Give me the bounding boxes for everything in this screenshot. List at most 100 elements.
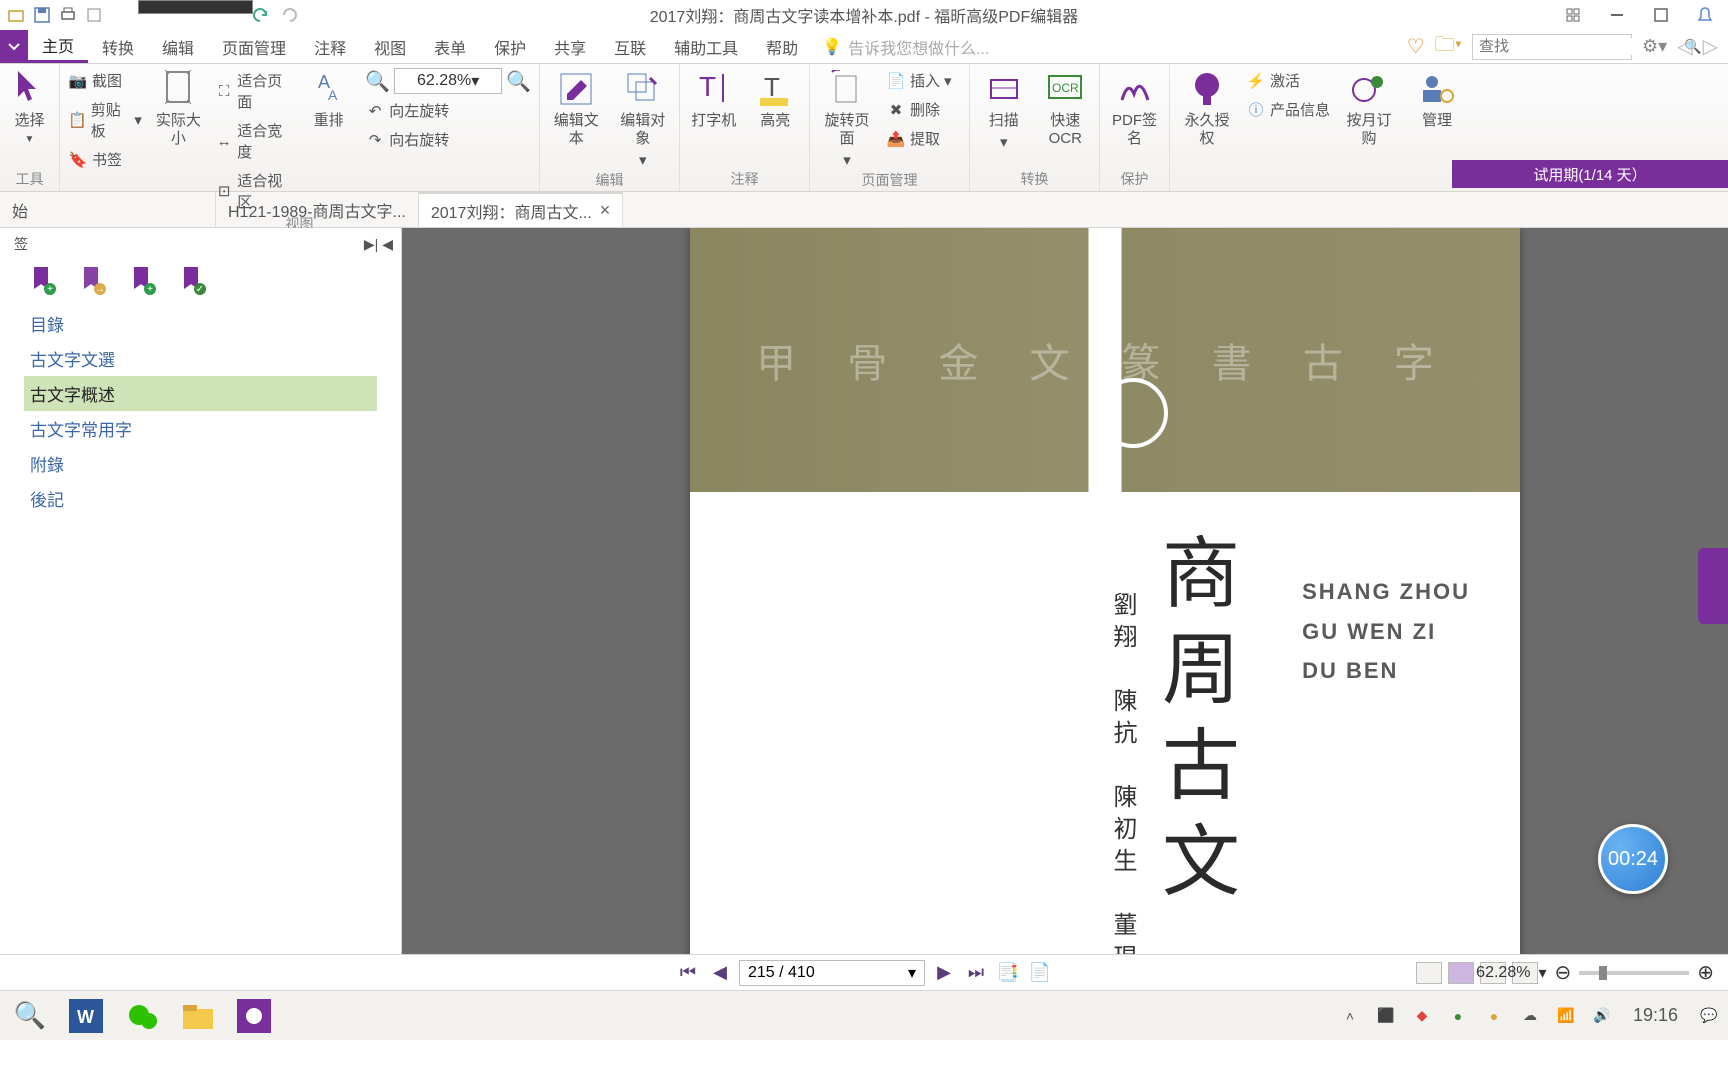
reflow-button[interactable]: AA 重排 [302, 68, 355, 130]
menu-tab-comment[interactable]: 注释 [300, 30, 360, 63]
maximize-icon[interactable] [1648, 4, 1674, 26]
rotate-pages-button[interactable]: 旋转页面 ▾ [818, 68, 876, 170]
product-info-button[interactable]: ⓘ产品信息 [1246, 97, 1330, 122]
insert-page-button[interactable]: 📄插入 ▾ [886, 68, 952, 93]
heart-icon[interactable]: ♡ [1407, 34, 1425, 59]
view-mode-continuous[interactable] [1448, 962, 1474, 984]
add-bookmark-icon[interactable]: + [30, 267, 52, 293]
clipboard-button[interactable]: 📋剪贴板 ▾ [68, 97, 142, 143]
qat-print-icon[interactable] [56, 3, 80, 27]
rotate-left-button[interactable]: ↶向左旋转 [365, 98, 531, 123]
zoom-out-icon[interactable]: 🔍 [365, 69, 390, 94]
tray-clock[interactable]: 19:16 [1627, 1005, 1684, 1026]
manage-button[interactable]: 管理 [1408, 68, 1466, 130]
bookmark-item[interactable]: 目錄 [24, 306, 377, 341]
zoom-slider[interactable] [1579, 971, 1689, 975]
minimize-icon[interactable] [1604, 4, 1630, 26]
start-tab[interactable]: 始 [0, 192, 216, 227]
tray-app2-icon[interactable]: ◆ [1411, 1005, 1433, 1027]
quick-ocr-button[interactable]: OCR快速OCR [1040, 68, 1092, 148]
zoom-out-button[interactable]: ⊖ [1554, 960, 1571, 985]
qat-redo-icon[interactable] [276, 3, 300, 27]
menu-tab-accessibility[interactable]: 辅助工具 [660, 30, 752, 63]
typewriter-button[interactable]: T打字机 [688, 68, 740, 130]
extract-page-button[interactable]: 📤提取 [886, 126, 952, 151]
bookmark-item[interactable]: 古文字概述 [24, 376, 377, 411]
menu-tab-view[interactable]: 视图 [360, 30, 420, 63]
tray-app4-icon[interactable]: ● [1483, 1005, 1505, 1027]
rotate-right-button[interactable]: ↷向右旋转 [365, 127, 531, 152]
activate-button[interactable]: ⚡激活 [1246, 68, 1330, 93]
bookmark-item[interactable]: 附錄 [24, 446, 377, 481]
bookmark-item[interactable]: 後記 [24, 481, 377, 516]
taskbar-explorer-icon[interactable] [176, 996, 220, 1036]
page-tool-1-icon[interactable]: 📑 [995, 960, 1021, 986]
bookmark-item[interactable]: 古文字文選 [24, 341, 377, 376]
taskbar-search-icon[interactable]: 🔍 [8, 996, 52, 1036]
view-mode-single[interactable] [1416, 962, 1442, 984]
next-page-button[interactable]: ▶ [931, 960, 957, 986]
page-canvas[interactable]: SHANG ZHOU GU WEN ZI DU BEN 商周古文 劉翔 陳抗 陳… [402, 228, 1728, 954]
tray-app1-icon[interactable]: ⬛ [1375, 1005, 1397, 1027]
bookmark-tool-4-icon[interactable]: ✓ [180, 267, 202, 293]
taskbar-word-icon[interactable]: W [64, 996, 108, 1036]
tray-wifi-icon[interactable]: 📶 [1555, 1005, 1577, 1027]
search-box[interactable]: 🔍 [1472, 34, 1632, 60]
scan-button[interactable]: 扫描 ▾ [978, 68, 1030, 152]
last-page-button[interactable]: ⏭ [963, 960, 989, 986]
gear-icon[interactable]: ⚙▾ [1642, 36, 1667, 57]
qat-undo-icon[interactable] [250, 3, 274, 27]
actual-size-button[interactable]: 实际大小 [152, 68, 205, 148]
menu-tab-protect[interactable]: 保护 [480, 30, 540, 63]
taskbar-wechat-icon[interactable] [120, 996, 164, 1036]
prev-page-button[interactable]: ◀ [707, 960, 733, 986]
trial-banner[interactable]: 试用期(1/14 天） [1452, 160, 1728, 188]
close-tab-icon[interactable]: × [600, 200, 611, 221]
tray-volume-icon[interactable]: 🔊 [1591, 1005, 1613, 1027]
tell-me-prompt[interactable]: 💡 告诉我您想做什么... [812, 30, 999, 63]
pdf-sign-button[interactable]: PDF签名 [1108, 68, 1161, 148]
panel-collapse-icon[interactable]: ◀ [382, 236, 393, 253]
fit-width-button[interactable]: ↔适合宽度 [215, 118, 292, 164]
menu-tab-pages[interactable]: 页面管理 [208, 30, 300, 63]
panel-nav-next-icon[interactable]: ▶| [364, 236, 378, 253]
tray-onedrive-icon[interactable]: ☁ [1519, 1005, 1541, 1027]
collapse-ribbon-icon[interactable] [1560, 4, 1586, 26]
select-tool-button[interactable]: 选择 ▼ [8, 68, 51, 146]
monthly-button[interactable]: 按月订购 [1340, 68, 1398, 148]
tray-notifications-icon[interactable]: 💬 [1698, 1005, 1720, 1027]
taskbar-foxit-icon[interactable] [232, 996, 276, 1036]
nav-next-icon[interactable]: ▷ [1703, 34, 1718, 59]
zoom-field[interactable]: 62.28% ▾ [394, 68, 502, 94]
menu-tab-convert[interactable]: 转换 [88, 30, 148, 63]
edit-text-button[interactable]: 编辑文本 [548, 68, 605, 148]
document-tab-0[interactable]: H121-1989-商周古文字... [216, 192, 419, 227]
tray-up-icon[interactable]: ˄ [1339, 1005, 1361, 1027]
menu-tab-form[interactable]: 表单 [420, 30, 480, 63]
bookmark-button[interactable]: 🔖书签 [68, 147, 142, 172]
qat-open-icon[interactable] [4, 3, 28, 27]
qat-save-icon[interactable] [30, 3, 54, 27]
menu-tab-share[interactable]: 共享 [540, 30, 600, 63]
recorder-badge[interactable]: 00:24 [1598, 824, 1668, 894]
tray-app3-icon[interactable]: ● [1447, 1005, 1469, 1027]
zoom-in-icon[interactable]: 🔍 [506, 69, 531, 94]
document-tab-1[interactable]: 2017刘翔：商周古文...× [419, 192, 623, 227]
nav-prev-icon[interactable]: ◁ [1677, 34, 1692, 59]
highlight-button[interactable]: T高亮 [750, 68, 802, 130]
file-tab[interactable] [0, 30, 28, 63]
bookmark-item[interactable]: 古文字常用字 [24, 411, 377, 446]
delete-page-button[interactable]: ✖删除 [886, 97, 952, 122]
menu-tab-home[interactable]: 主页 [28, 30, 88, 63]
menu-tab-help[interactable]: 帮助 [752, 30, 812, 63]
folder-icon[interactable]: 🗀▾ [1435, 30, 1462, 64]
page-tool-2-icon[interactable]: 📄 [1027, 960, 1053, 986]
bookmark-tool-3-icon[interactable]: + [130, 267, 152, 293]
first-page-button[interactable]: ⏮ [675, 960, 701, 986]
notify-icon[interactable] [1692, 4, 1718, 26]
mini-toolbar[interactable] [138, 0, 253, 14]
perm-license-button[interactable]: 永久授权 [1178, 68, 1236, 148]
page-number-field[interactable]: 215 / 410▾ [739, 960, 925, 986]
side-float-tab[interactable] [1698, 548, 1728, 624]
edit-object-button[interactable]: 编辑对象 ▾ [615, 68, 672, 170]
